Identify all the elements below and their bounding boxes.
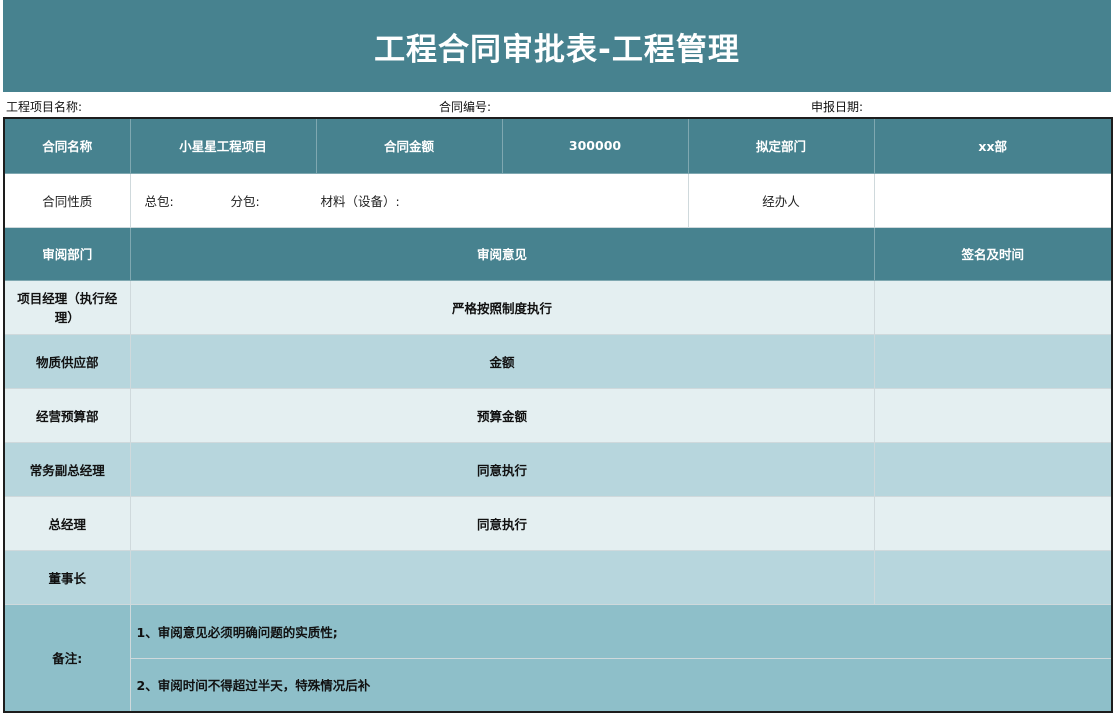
handler-value[interactable]: [873, 172, 1113, 228]
project-name-label: 工程项目名称:: [6, 100, 83, 114]
material-equipment-label: 材料（设备）:: [320, 193, 400, 209]
sign-time-cell[interactable]: [873, 333, 1113, 389]
notes-row: 备注: 1、审阅意见必须明确问题的实质性;: [3, 603, 1113, 713]
review-dept: 总经理: [3, 495, 131, 551]
sign-time-cell[interactable]: [873, 387, 1113, 443]
contract-amount-label: 合同金额: [315, 117, 503, 174]
review-header-row: 审阅部门 审阅意见 签名及时间: [3, 226, 1113, 281]
review-opinion[interactable]: 金额: [129, 333, 875, 389]
review-dept: 经营预算部: [3, 387, 131, 443]
contract-name-value[interactable]: 小星星工程项目: [129, 117, 317, 174]
table-row: 物质供应部 金额: [3, 333, 1113, 389]
review-opinion[interactable]: [129, 549, 875, 605]
notes-label: 备注:: [3, 603, 131, 713]
notes-row: 2、审阅时间不得超过半天，特殊情况后补: [4, 657, 1113, 713]
contract-nature-row: 合同性质 总包: 分包: 材料（设备）: 经办人: [3, 172, 1113, 228]
drafting-dept-value[interactable]: xx部: [873, 117, 1113, 174]
note-item: 1、审阅意见必须明确问题的实质性;: [129, 603, 1113, 659]
note-item: 2、审阅时间不得超过半天，特殊情况后补: [129, 657, 1113, 713]
table-row: 常务副总经理 同意执行: [3, 441, 1113, 497]
report-date-label: 申报日期:: [811, 100, 864, 114]
sign-time-cell[interactable]: [873, 279, 1113, 335]
review-opinion[interactable]: 预算金额: [129, 387, 875, 443]
handler-label: 经办人: [687, 172, 875, 228]
review-dept: 物质供应部: [3, 333, 131, 389]
sign-time-header: 签名及时间: [873, 226, 1113, 281]
table-row: 总经理 同意执行: [3, 495, 1113, 551]
contract-info-row: 合同名称 小星星工程项目 合同金额 300000 拟定部门 xx部: [3, 117, 1113, 174]
contract-name-label: 合同名称: [3, 117, 131, 174]
form-meta-row: 工程项目名称: 合同编号: 申报日期:: [0, 95, 1114, 115]
sub-contract-label: 分包:: [230, 193, 260, 209]
review-dept: 董事长: [3, 549, 131, 605]
drafting-dept-label: 拟定部门: [687, 117, 875, 174]
contract-no-label: 合同编号:: [439, 100, 492, 114]
table-row: 项目经理（执行经理） 严格按照制度执行: [3, 279, 1113, 335]
review-opinion-header: 审阅意见: [129, 226, 875, 281]
table-row: 经营预算部 预算金额: [3, 387, 1113, 443]
review-opinion[interactable]: 同意执行: [129, 441, 875, 497]
contract-nature-options[interactable]: 总包: 分包: 材料（设备）:: [129, 172, 689, 228]
review-dept: 常务副总经理: [3, 441, 131, 497]
contract-nature-label: 合同性质: [3, 172, 131, 228]
table-row: 董事长: [3, 549, 1113, 605]
review-opinion[interactable]: 同意执行: [129, 495, 875, 551]
review-dept: 项目经理（执行经理）: [3, 279, 131, 335]
sign-time-cell[interactable]: [873, 549, 1113, 605]
review-dept-header: 审阅部门: [3, 226, 131, 281]
sign-time-cell[interactable]: [873, 495, 1113, 551]
contract-amount-value[interactable]: 300000: [501, 117, 689, 174]
review-opinion[interactable]: 严格按照制度执行: [129, 279, 875, 335]
sign-time-cell[interactable]: [873, 441, 1113, 497]
approval-table: 合同名称 小星星工程项目 合同金额 300000 拟定部门 xx部 合同性质 总…: [3, 117, 1113, 713]
approval-form-page: 工程合同审批表-工程管理 工程项目名称: 合同编号: 申报日期: 合同名称 小星…: [0, 0, 1114, 715]
page-title: 工程合同审批表-工程管理: [3, 0, 1111, 92]
general-contract-label: 总包:: [144, 193, 174, 209]
